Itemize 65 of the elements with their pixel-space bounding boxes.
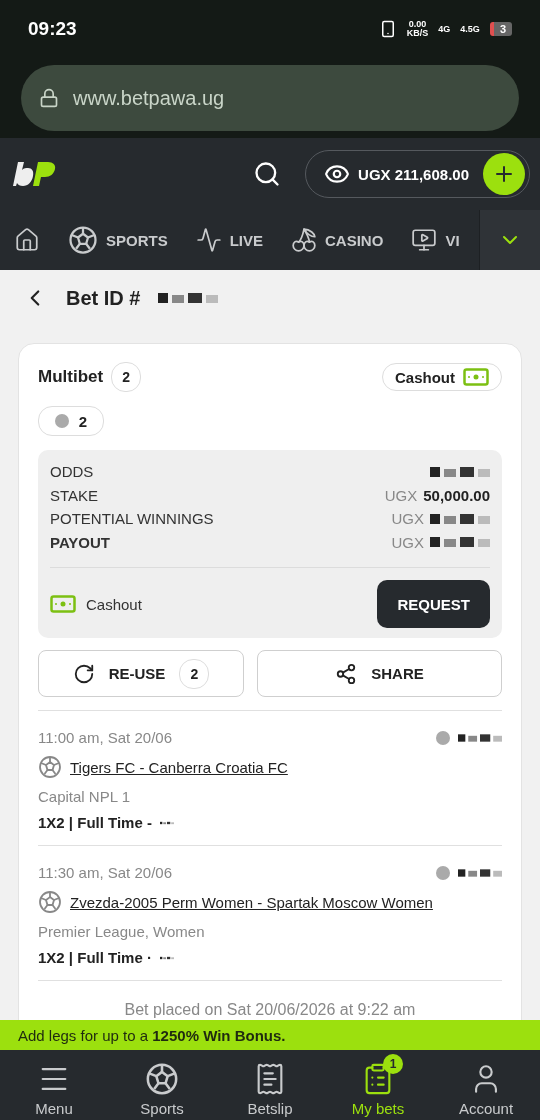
cash-icon <box>50 595 76 613</box>
deposit-button[interactable] <box>483 153 525 195</box>
cashout-badge[interactable]: Cashout <box>382 363 502 391</box>
bet-type: Multibet <box>38 367 104 387</box>
redaction-mark <box>430 511 490 526</box>
redaction-mark <box>430 535 490 550</box>
cashout-label: Cashout <box>86 595 142 613</box>
status-dot <box>436 730 450 745</box>
legs-count: 2 <box>111 362 142 392</box>
page-title: Bet ID # <box>66 286 141 310</box>
status-chip: 2 <box>38 406 104 436</box>
match-link[interactable]: Tigers FC - Canberra Croatia FC <box>70 758 288 776</box>
home-icon <box>14 227 40 253</box>
currency-label: UGX <box>391 533 424 551</box>
refresh-icon <box>72 662 95 685</box>
search-icon[interactable] <box>253 160 282 188</box>
notification-badge: 1 <box>383 1053 403 1074</box>
lock-icon <box>39 88 59 108</box>
soccer-ball-icon <box>68 225 98 255</box>
bottom-nav-item[interactable]: Account <box>441 1053 531 1117</box>
match-time: 11:30 am, Sat 20/06 <box>38 864 172 881</box>
summary-label: POTENTIAL WINNINGS <box>50 510 214 528</box>
nav-item[interactable]: CASINO <box>277 210 398 270</box>
currency-label: UGX <box>384 486 418 504</box>
placed-date: Bet placed on Sat 20/06/2026 at 9:22 am <box>123 1000 417 1020</box>
request-button[interactable]: REQUEST <box>377 580 490 628</box>
summary-label: PAYOUT <box>50 533 110 551</box>
summary-label: ODDS <box>50 463 94 481</box>
bottom-nav-item[interactable]: Betslip <box>225 1053 315 1117</box>
clock-time: 09:23 <box>28 18 77 40</box>
league-name: Capital NPL 1 <box>38 788 131 805</box>
data-speed: 0.00 KB/S <box>406 20 429 38</box>
match-time: 11:00 am, Sat 20/06 <box>38 729 172 746</box>
status-dot <box>54 414 69 428</box>
monitor-icon <box>411 227 438 253</box>
soccer-ball-icon <box>145 1061 179 1096</box>
share-button[interactable]: SHARE <box>257 650 502 697</box>
market-label: 1X2 | Full Time - <box>38 814 152 831</box>
nav-item[interactable]: LIVE <box>181 210 278 270</box>
market-label: 1X2 | Full Time · <box>38 949 152 966</box>
cherry-icon <box>291 227 318 253</box>
match-link[interactable]: Zvezda-2005 Perm Women - Spartak Moscow Women <box>70 893 433 911</box>
bottom-nav-item[interactable]: Sports <box>117 1053 207 1117</box>
network-label: 4.5G <box>460 24 480 34</box>
network-label: 4G <box>438 24 451 34</box>
league-name: Premier League, Women <box>38 923 206 940</box>
battery-indicator: 3 <box>489 22 512 36</box>
summary-label: STAKE <box>50 486 99 504</box>
currency-label: UGX <box>391 510 424 528</box>
soccer-ball-icon <box>38 755 62 779</box>
share-icon <box>335 662 358 685</box>
soccer-ball-icon <box>38 890 62 914</box>
bottom-nav-item[interactable]: My bets 1 <box>333 1053 423 1117</box>
pulse-icon <box>195 227 222 253</box>
amount-value: 50,000.00 <box>423 486 490 504</box>
redaction-mark <box>430 464 490 479</box>
bottom-nav-item[interactable]: Menu <box>9 1053 99 1117</box>
logo[interactable] <box>12 160 58 188</box>
status-dot <box>436 865 450 880</box>
nav-item[interactable]: VI <box>397 210 474 270</box>
address-bar[interactable]: www.betpawa.ug <box>21 65 519 131</box>
cash-icon <box>463 368 489 386</box>
reuse-button[interactable]: RE-USE 2 <box>38 650 244 697</box>
nav-item[interactable]: SPORTS <box>54 210 182 270</box>
bonus-banner: Add legs for up to a 1250% Win Bonus. <box>0 1020 540 1050</box>
